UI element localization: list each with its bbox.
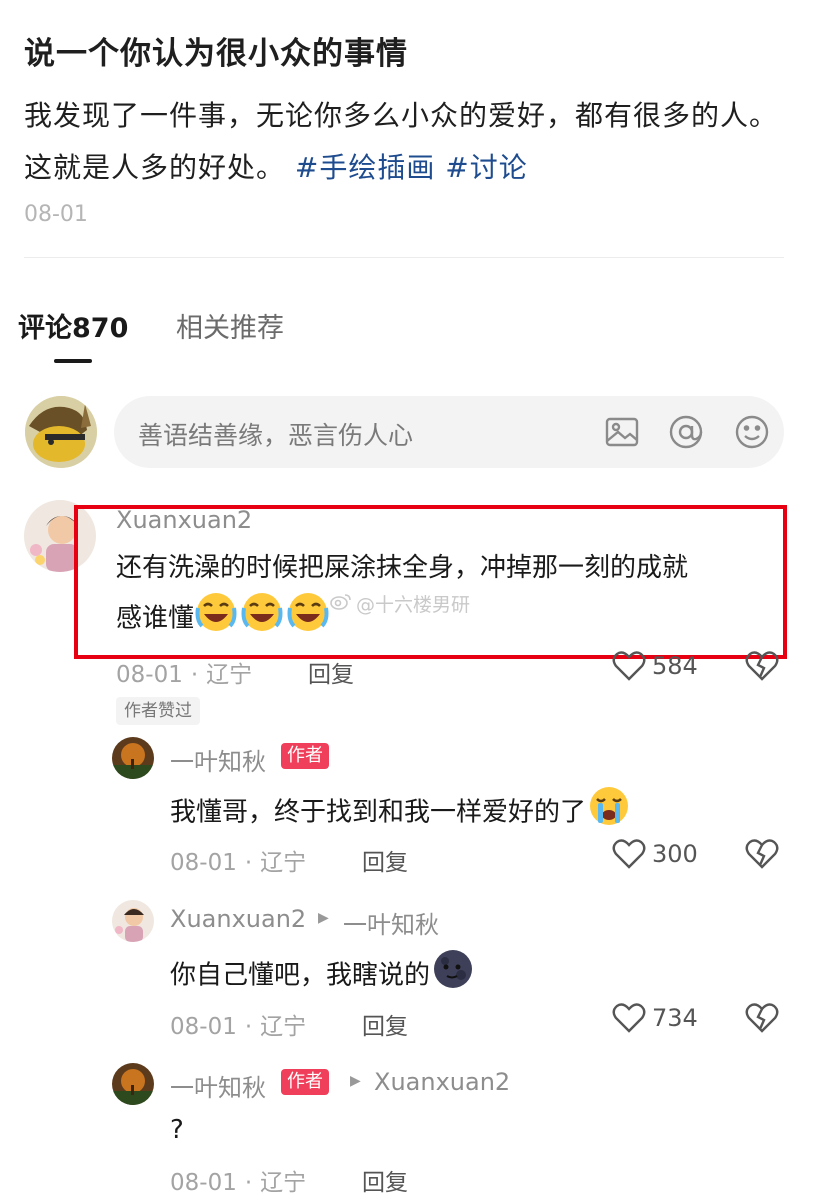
highlight-annotation	[74, 505, 787, 659]
like-button[interactable]: 300	[612, 838, 698, 870]
reply-button[interactable]: 回复	[362, 1163, 408, 1197]
heart-icon	[612, 651, 646, 681]
hashtag-link[interactable]: #手绘插画	[295, 151, 435, 184]
reply-to-username[interactable]: Xuanxuan2	[374, 1068, 510, 1096]
reply-location: 辽宁	[260, 1170, 307, 1196]
my-avatar[interactable]	[25, 396, 97, 468]
broken-heart-icon[interactable]	[745, 838, 779, 874]
reply-text-content: 你自己懂吧，我瞎说的	[170, 960, 431, 991]
reply-text: ?	[170, 1115, 184, 1145]
heart-icon	[612, 839, 646, 869]
reply-location: 辽宁	[260, 1014, 307, 1040]
at-icon[interactable]	[668, 414, 704, 450]
reply-meta: 08-01 · 辽宁	[170, 1014, 307, 1040]
hashtag-link[interactable]: #讨论	[445, 151, 527, 184]
reply-meta: 08-01 · 辽宁	[170, 850, 307, 876]
reply-location: 辽宁	[260, 850, 307, 876]
reply-arrow-icon: ▶	[350, 1073, 361, 1089]
post-title: 说一个你认为很小众的事情	[24, 36, 408, 72]
author-badge: 作者	[281, 743, 329, 769]
active-tab-indicator	[54, 359, 92, 363]
reply-date: 08-01	[170, 1170, 237, 1196]
avatar[interactable]	[112, 900, 154, 942]
broken-heart-icon[interactable]	[745, 1002, 779, 1038]
reply-meta: 08-01 · 辽宁	[170, 1170, 307, 1196]
like-count: 300	[652, 840, 698, 868]
avatar[interactable]	[112, 737, 154, 779]
tab-related[interactable]: 相关推荐	[176, 306, 284, 345]
comment-input[interactable]: 善语结善缘，恶言伤人心	[114, 396, 784, 468]
divider	[24, 257, 784, 258]
avatar[interactable]	[112, 1063, 154, 1105]
reply-date: 08-01	[170, 850, 237, 876]
heart-icon	[612, 1003, 646, 1033]
like-button[interactable]: 584	[612, 650, 698, 682]
reply-date: 08-01	[170, 1014, 237, 1040]
like-count: 734	[652, 1004, 698, 1032]
reply-arrow-icon: ▶	[318, 910, 329, 926]
reply-to-username[interactable]: 一叶知秋	[343, 905, 439, 940]
post-date: 08-01	[24, 202, 88, 227]
comment-date: 08-01	[116, 662, 183, 688]
reply-button[interactable]: 回复	[362, 1007, 408, 1041]
moon-face-emoji-icon	[430, 947, 476, 1005]
reply-button[interactable]: 回复	[362, 843, 408, 877]
comment-meta: 08-01 · 辽宁	[116, 662, 253, 688]
tab-comments[interactable]: 评论870	[18, 306, 128, 345]
reply-text: 你自己懂吧，我瞎说的	[170, 947, 476, 1005]
like-button[interactable]: 734	[612, 1002, 698, 1034]
emoji-icon[interactable]	[734, 414, 770, 450]
reply-button[interactable]: 回复	[308, 655, 354, 689]
author-liked-tag: 作者赞过	[116, 697, 200, 725]
comment-location: 辽宁	[206, 662, 253, 688]
author-badge: 作者	[281, 1069, 329, 1095]
reply-text-content: 我懂哥，终于找到和我一样爱好的了	[170, 797, 587, 828]
broken-heart-icon[interactable]	[745, 650, 779, 686]
post-body: 我发现了一件事，无论你多么小众的爱好，都有很多的人。这就是人多的好处。 #手绘插…	[24, 90, 794, 194]
image-icon[interactable]	[604, 414, 640, 450]
reply-text: 我懂哥，终于找到和我一样爱好的了	[170, 784, 632, 842]
reply-username[interactable]: 一叶知秋	[170, 1068, 266, 1103]
reply-username[interactable]: 一叶知秋	[170, 742, 266, 777]
reply-username[interactable]: Xuanxuan2	[170, 905, 306, 933]
like-count: 584	[652, 652, 698, 680]
crying-emoji-icon	[586, 784, 632, 842]
comment-placeholder: 善语结善缘，恶言伤人心	[138, 421, 414, 450]
